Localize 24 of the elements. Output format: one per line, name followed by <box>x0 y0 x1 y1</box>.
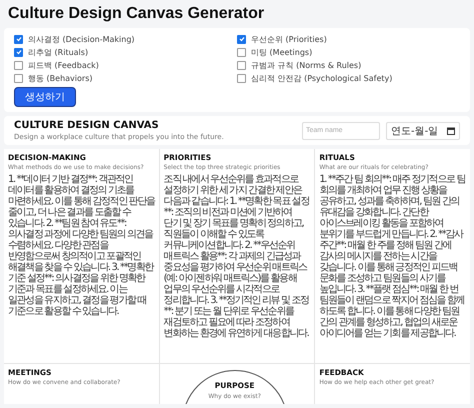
checkbox[interactable] <box>14 48 23 56</box>
checkbox-label: 우선순위 (Priorities) <box>251 34 327 44</box>
checkbox[interactable] <box>237 34 246 44</box>
calendar-icon <box>447 126 455 134</box>
canvas-title: CULTURE DESIGN CANVAS <box>14 120 160 131</box>
checkbox-label: 미팅 (Meetings) <box>251 46 312 58</box>
section-text: 1. **데이터 기반 결정**: 객관적인 데이터를 활용하여 결정의 기초를 마련하세요. 이를 통해 감정적인 판단을 줄이고, 더 나은 결과를 도출할 수 있습니다. 2. **팀원 참여 유도**: 의사결정 과정에 다양한 팀원의 의견을 수렴하세요. 다양한 관점을 반영함으로써 창의적이고 포괄적인 해결책을 찾을 수 있습니다. 3. **명확한 기준 설정**: 의사결정을 위한 명확한 기준과 목표를 설정하세요. 이는 일관성을 유지하고, 결정을 평가할 때 기준으로 활용할 수 있습니다. <box>8 174 155 317</box>
checkbox-label: 규범과 규칙 (Norms & Rules) <box>251 60 362 70</box>
checkbox-label: 심리적 안전감 (Psychological Safety) <box>251 72 392 84</box>
checkbox-label: 의사결정 (Decision-Making) <box>28 34 135 44</box>
checkbox[interactable] <box>237 74 246 82</box>
checkbox[interactable] <box>237 48 246 56</box>
checkbox-label: 행동 (Behaviors) <box>28 72 92 84</box>
date-field[interactable]: 연도-월-일 <box>386 122 460 140</box>
checkbox-label: 피드백 (Feedback) <box>28 60 99 70</box>
checkbox[interactable] <box>237 60 246 70</box>
page-title: Culture Design Canvas Generator <box>8 4 266 24</box>
checkbox[interactable] <box>14 34 23 44</box>
checkbox[interactable] <box>14 74 23 82</box>
checkbox-label: 리추얼 (Rituals) <box>28 46 88 58</box>
section-text: 1. **주간 팀 회의**: 매주 정기적으로 팀 회의를 개최하여 업무 진행 상황을 공유하고, 성과를 축하하며, 팀원 간의 유대감을 강화합니다. 간단한 아이스브레이킹 활동을 포함하여 분위기를 부드럽게 만듭니다. 2. **감사 주간**: 매월 한 주를 정해 팀원 간에 감사의 메시지를 전하는 시간을 갖습니다. 이를 통해 긍정적인 피드백 문화를 조성하고 팀원들의 사기를 높입니다. 3. **플랫 점심**: 매월 한 번 팀원들이 랜덤으로 짝지어 점심을 함께 하도록 합니다. 이를 통해 다양한 팀원 간의 관계를 형성하고, 협업의 새로운 아이디어를 얻는 기회를 제공합니다. <box>319 174 466 339</box>
checkbox[interactable] <box>14 60 23 70</box>
generate-button[interactable]: 생성하기 <box>14 87 76 107</box>
section-text: 조직 내에서 우선순위를 효과적으로 설정하기 위한 세 가지 간결한 제안은 다음과 같습니다: 1. **명확한 목표 설정**: 조직의 비전과 미션에 기반하여 단기 및 장기 목표를 명확히 정의하고, 직원들이 이해할 수 있도록 커뮤니케이션합니다. 2. **우선순위 매트릭스 활용**: 각 과제의 긴급성과 중요성을 평가하여 우선순위 매트릭스(예: 아이젠하워 매트릭스)를 활용해 업무의 우선순위를 시각적으로 정리합니다. 3. **정기적인 리뷰 및 조정**: 분기 또는 월 단위로 우선순위를 재검토하고 필요에 따라 조정하여 변화하는 환경에 유연하게 대응합니다. <box>164 174 310 339</box>
